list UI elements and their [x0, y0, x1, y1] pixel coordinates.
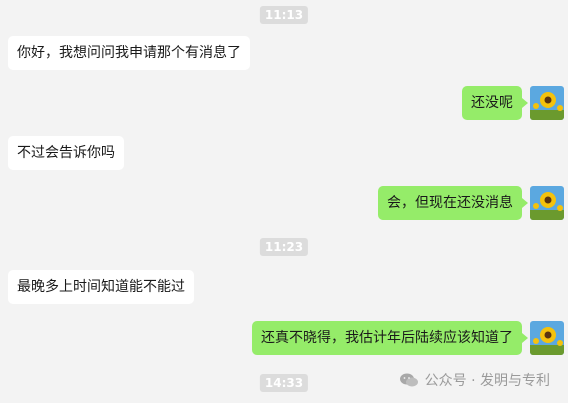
- watermark: 公众号 · 发明与专利: [399, 370, 550, 390]
- timestamp: 11:23: [259, 238, 309, 256]
- wechat-icon: [399, 373, 418, 387]
- sunflower-avatar[interactable]: [530, 321, 564, 355]
- watermark-text: 公众号 · 发明与专利: [424, 373, 550, 389]
- received-message-bubble[interactable]: 你好，我想问问我申请那个有消息了: [8, 36, 250, 70]
- timestamp: 14:33: [259, 374, 309, 392]
- sunflower-avatar[interactable]: [530, 86, 564, 120]
- received-message-bubble[interactable]: 不过会告诉你吗: [8, 136, 124, 170]
- sent-message-bubble[interactable]: 还没呢: [462, 86, 528, 120]
- sent-message-bubble[interactable]: 会，但现在还没消息: [378, 186, 528, 220]
- sent-message-bubble[interactable]: 还真不晓得，我估计年后陆续应该知道了: [252, 321, 528, 355]
- timestamp: 11:13: [259, 6, 309, 24]
- received-message-bubble[interactable]: 最晚多上时间知道能不能过: [8, 270, 194, 304]
- chat-area: 11:13 你好，我想问问我申请那个有消息了 还没呢 不过会告诉你吗 会，但现在…: [0, 0, 568, 403]
- sunflower-avatar[interactable]: [530, 186, 564, 220]
